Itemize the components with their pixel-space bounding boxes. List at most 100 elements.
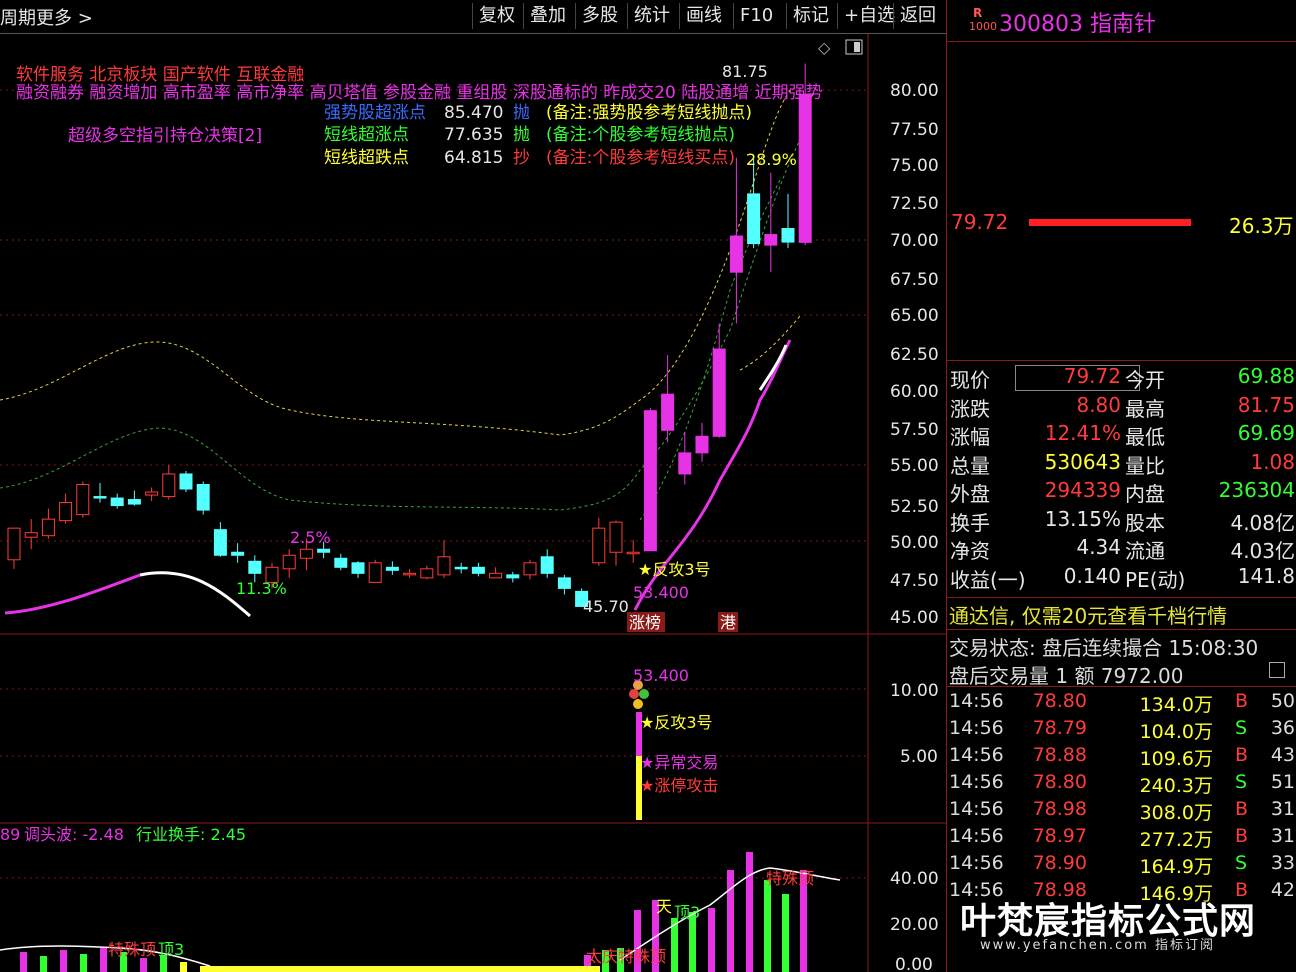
candle-body (368, 562, 382, 583)
candle-body (437, 556, 451, 576)
quote-key: 最低 (1125, 425, 1165, 449)
pct-label-25: 2.5% (290, 528, 331, 547)
tick-count: 50 (1270, 690, 1295, 712)
diamond-icon: ◇ (818, 38, 831, 57)
tick-time: 14:56 (949, 771, 1004, 793)
bottom-bar (764, 880, 771, 972)
candle-body (299, 548, 313, 559)
bottom-label-ding3b: 顶3 (158, 940, 184, 959)
candle-body (24, 532, 38, 538)
bottom-bar (60, 950, 67, 972)
tick-row: 14:56 78.80 134.0万 B 50 (947, 690, 1296, 717)
candle-body (471, 566, 485, 574)
bottom-bar (140, 958, 147, 972)
bottom-bar (180, 962, 187, 972)
tick-time: 14:56 (949, 852, 1004, 874)
quote-value: 4.08亿 (1230, 510, 1295, 535)
candle-body (626, 551, 640, 555)
tick-count: 31 (1270, 825, 1295, 847)
candle-body (695, 435, 709, 454)
candle-body (403, 572, 417, 576)
rating-badge: R (973, 6, 983, 20)
quote-key: 流通 (1125, 539, 1165, 563)
quote-key: 量比 (1125, 453, 1165, 478)
bottom-bar (100, 948, 107, 972)
mid-abnormal: ★异常交易 (640, 753, 718, 772)
price-tick: 62.50 (890, 345, 939, 365)
tick-price: 78.80 (1032, 771, 1087, 793)
mid-fangong: ★反攻3号 (640, 713, 713, 732)
candle-body (282, 554, 296, 570)
tick-row: 14:56 78.88 109.6万 B 43 (947, 744, 1296, 771)
tick-price: 78.90 (1032, 852, 1087, 874)
pct-label-113: 11.3% (236, 579, 287, 598)
tick-price: 78.88 (1032, 744, 1087, 766)
candle-body (76, 483, 90, 516)
chart-icon[interactable] (1269, 662, 1285, 678)
tick-amount: 277.2万 (1139, 829, 1213, 851)
price-tick: 55.00 (890, 456, 939, 476)
price-tick: 52.50 (890, 497, 939, 517)
tick-count: 33 (1270, 852, 1295, 874)
zhangbang-label: 涨榜 (629, 613, 661, 632)
candle-body (609, 521, 623, 553)
price-tick: 45.00 (890, 608, 939, 628)
quote-key: 净资 (950, 539, 990, 563)
candle-body (385, 566, 399, 571)
tick-price: 78.97 (1032, 825, 1087, 847)
price-tick: 67.50 (890, 270, 939, 290)
quote-row: 换手 13.15% 股本 4.08亿 (947, 507, 1296, 535)
tick-time: 14:56 (949, 717, 1004, 739)
quote-value: 8.80 (1076, 392, 1121, 417)
bid-ask-volume: 26.3万 (1229, 214, 1294, 238)
bottom-bar (746, 852, 753, 972)
candle-body (540, 556, 554, 574)
quote-row: 总量 530643 量比 1.08 (947, 450, 1296, 478)
price-tick: 77.50 (890, 120, 939, 140)
tick-amount: 109.6万 (1139, 748, 1213, 770)
ad-banner[interactable]: 通达信, 仅需20元查看千档行情 (949, 600, 1227, 629)
bottom-label-special1: 特殊顶 (108, 940, 156, 959)
tick-time: 14:56 (949, 690, 1004, 712)
bottom-yellow-strip (200, 966, 600, 972)
kline-chart[interactable]: 80.00 77.50 75.00 72.50 70.00 67.50 65.0… (0, 0, 946, 972)
tick-count: 43 (1270, 744, 1295, 766)
hk-label: 港 (720, 613, 736, 632)
tick-count: 42 (1270, 879, 1295, 901)
tick-count: 51 (1270, 771, 1295, 793)
bottom-axis-tick: 40.00 (890, 869, 939, 889)
tick-side: B (1235, 798, 1249, 820)
quote-key: 收益(一) (950, 567, 1026, 592)
quote-key: 最高 (1125, 396, 1165, 421)
row3-action: 抄 (513, 148, 530, 168)
row1-note: (备注:强势股参考短线抛点) (546, 103, 752, 123)
quote-value: 81.75 (1237, 392, 1295, 417)
tick-amount: 240.3万 (1139, 775, 1213, 797)
quote-key: 涨跌 (950, 396, 990, 421)
mid-signal-dot (633, 699, 643, 709)
tick-amount: 308.0万 (1139, 802, 1213, 824)
candle-body (93, 496, 107, 499)
divider (947, 41, 1296, 42)
support-line-white-2 (758, 344, 788, 391)
lower-band-upper (739, 315, 801, 371)
bottom-label-ding3: 顶3 (674, 903, 700, 922)
candle-body (334, 557, 348, 568)
bottom-bar (782, 894, 789, 972)
quote-key: PE(动) (1125, 567, 1186, 592)
bid-ask-price: 79.72 (951, 210, 1009, 234)
candle-body (643, 410, 657, 552)
row3-name: 短线超跌点 (324, 148, 409, 168)
tick-row: 14:56 78.97 277.2万 B 31 (947, 825, 1296, 852)
quote-row: 涨幅 12.41% 最低 69.69 (947, 421, 1296, 449)
bottom-header-b: 行业换手: 2.45 (136, 825, 246, 844)
candle-body (59, 502, 73, 522)
quote-key: 今开 (1125, 368, 1165, 392)
quote-value: 236304 (1218, 478, 1295, 502)
row1-value: 85.470 (444, 103, 503, 123)
quote-key: 现价 (950, 368, 990, 392)
bid-ask-bar (1029, 219, 1191, 226)
quote-value: 13.15% (1044, 506, 1121, 531)
bottom-axis-tick: 0.00 (895, 955, 933, 972)
bottom-bar (708, 908, 715, 972)
